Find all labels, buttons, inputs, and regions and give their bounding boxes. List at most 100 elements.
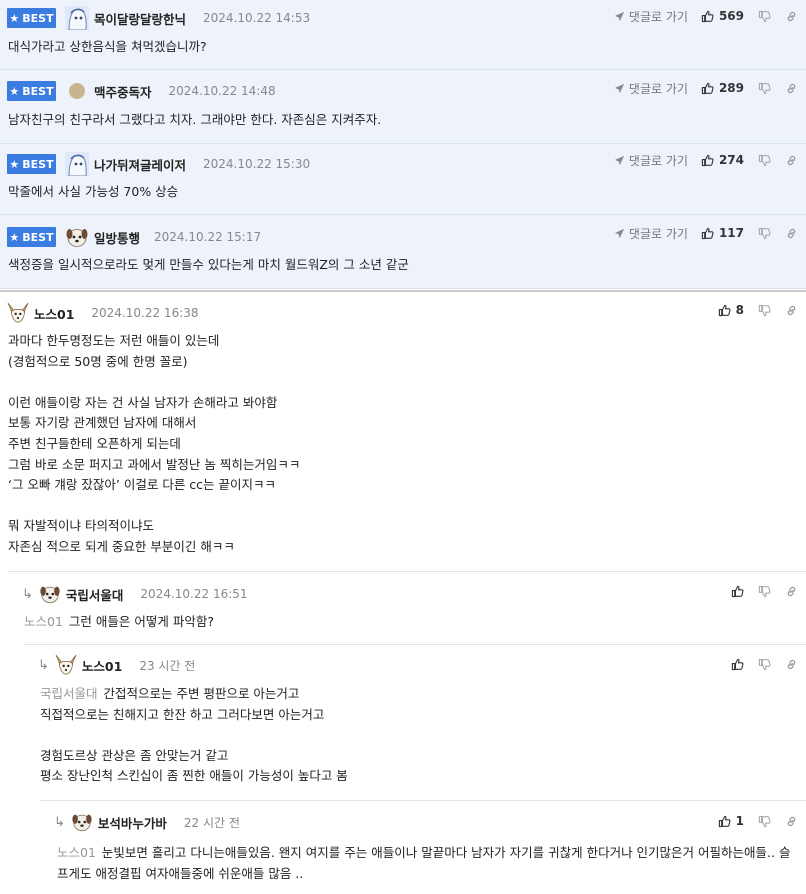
reply-arrow-icon: ↳ <box>54 814 65 830</box>
link-icon <box>785 658 798 671</box>
comment-text: 색정증을 일시적으로라도 멎게 만들수 있다는게 마치 월드워Z의 그 소년 같… <box>8 257 409 272</box>
comment-time: 23 시간 전 <box>139 658 196 673</box>
thumbs-down-icon <box>758 585 771 598</box>
thumbs-up-icon <box>701 82 714 95</box>
best-comments: ★ BEST 목이달랑달랑한닉 2024.10.22 14:53 댓글로 가기 5… <box>0 0 806 289</box>
link-button[interactable] <box>785 815 798 828</box>
comment-author[interactable]: 보석바누가바 <box>98 813 167 832</box>
thumbs-up-icon <box>701 227 714 240</box>
link-button[interactable] <box>785 82 798 95</box>
like-button[interactable] <box>731 585 744 598</box>
comment-author[interactable]: 국립서울대 <box>66 585 124 604</box>
like-button[interactable]: 274 <box>701 153 744 167</box>
link-button[interactable] <box>785 658 798 671</box>
dislike-button[interactable] <box>758 585 771 598</box>
dislike-button[interactable] <box>758 815 771 828</box>
like-count: 569 <box>718 9 744 23</box>
best-comment: ★ BEST 목이달랑달랑한닉 2024.10.22 14:53 댓글로 가기 5… <box>0 0 806 70</box>
best-badge: ★ BEST <box>7 8 56 28</box>
comment-time: 2024.10.22 16:51 <box>140 587 248 601</box>
best-badge: ★ BEST <box>7 81 56 101</box>
thumbs-down-icon <box>758 154 771 167</box>
comment-text: 막줄에서 사실 가능성 70% 상승 <box>8 184 179 199</box>
link-button[interactable] <box>785 154 798 167</box>
like-count: 274 <box>718 153 744 167</box>
goto-comment-link[interactable]: 댓글로 가기 <box>614 152 688 169</box>
link-icon <box>785 815 798 828</box>
link-button[interactable] <box>785 227 798 240</box>
thumbs-down-icon <box>758 227 771 240</box>
thumbs-down-icon <box>758 658 771 671</box>
reply-arrow-icon: ↳ <box>38 657 49 673</box>
like-button[interactable]: 289 <box>701 81 744 95</box>
comment-text: 대식가라고 상한음식을 쳐먹겠습니까? <box>8 39 207 54</box>
best-badge: ★ BEST <box>7 154 56 174</box>
dot-avatar[interactable] <box>69 83 85 99</box>
comment-author[interactable]: 목이달랑달랑한닉 <box>94 9 186 28</box>
comment-author[interactable]: 노스01 <box>82 656 122 675</box>
link-icon <box>785 82 798 95</box>
link-button[interactable] <box>785 304 798 317</box>
section-divider <box>0 290 806 292</box>
link-icon <box>785 10 798 23</box>
thumbs-down-icon <box>758 10 771 23</box>
like-button[interactable]: 8 <box>718 303 744 317</box>
comment-time: 2024.10.22 16:38 <box>91 306 199 320</box>
star-icon: ★ <box>9 157 20 171</box>
thumbs-up-icon <box>701 10 714 23</box>
best-badge: ★ BEST <box>7 227 56 247</box>
like-count: 8 <box>735 303 744 317</box>
goto-comment-link[interactable]: 댓글로 가기 <box>614 8 688 25</box>
dog-avatar[interactable] <box>39 583 61 605</box>
reply-arrow-icon: ↳ <box>22 586 33 602</box>
star-icon: ★ <box>9 11 20 25</box>
comment-text: 과마다 한두명정도는 저런 애들이 있는데 (경험적으로 50명 중에 한명 꼴… <box>8 333 301 554</box>
thumbs-up-icon <box>731 658 744 671</box>
link-button[interactable] <box>785 585 798 598</box>
thumbs-down-icon <box>758 815 771 828</box>
send-arrow-icon <box>614 228 625 239</box>
thumbs-up-icon <box>701 154 714 167</box>
character-avatar[interactable] <box>65 6 89 30</box>
dislike-button[interactable] <box>758 227 771 240</box>
link-button[interactable] <box>785 10 798 23</box>
comment-author[interactable]: 노스01 <box>34 304 74 323</box>
like-button[interactable]: 569 <box>701 9 744 23</box>
like-button[interactable]: 1 <box>718 814 744 828</box>
comment-time: 2024.10.22 15:17 <box>154 230 262 244</box>
dislike-button[interactable] <box>758 10 771 23</box>
goto-comment-link[interactable]: 댓글로 가기 <box>614 80 688 97</box>
reply-comment: ↳ 국립서울대 2024.10.22 16:51 노스01 그런 애들은 어떻게 … <box>0 572 806 644</box>
dislike-button[interactable] <box>758 154 771 167</box>
best-comment: ★ BEST 일방통행 2024.10.22 15:17 댓글로 가기 117 색… <box>0 215 806 289</box>
comment-time: 22 시간 전 <box>183 815 240 830</box>
dislike-button[interactable] <box>758 658 771 671</box>
goto-comment-link[interactable]: 댓글로 가기 <box>614 225 688 242</box>
character-avatar[interactable] <box>65 152 89 176</box>
thumbs-up-icon <box>718 304 731 317</box>
link-icon <box>785 154 798 167</box>
send-arrow-icon <box>614 155 625 166</box>
comment-author[interactable]: 나가뒤져글레이저 <box>94 155 186 174</box>
like-count: 1 <box>735 814 744 828</box>
mention[interactable]: 국립서울대 <box>40 686 98 701</box>
dislike-button[interactable] <box>758 82 771 95</box>
like-count: 117 <box>718 226 744 240</box>
comment-text: 국립서울대 간접적으로는 주변 평판으로 아는거고 직접적으로는 친해지고 한잔 … <box>40 686 348 784</box>
dislike-button[interactable] <box>758 304 771 317</box>
like-button[interactable]: 117 <box>701 226 744 240</box>
like-button[interactable] <box>731 658 744 671</box>
fennec-avatar[interactable] <box>7 302 29 324</box>
star-icon: ★ <box>9 84 20 98</box>
comment-author[interactable]: 일방통행 <box>94 228 140 247</box>
comment: 노스01 2024.10.22 16:38 8 과마다 한두명정도는 저런 애들… <box>0 293 806 571</box>
mention[interactable]: 노스01 <box>57 845 96 860</box>
dog-avatar[interactable] <box>71 811 93 833</box>
fennec-avatar[interactable] <box>55 654 77 676</box>
dog-avatar[interactable] <box>65 225 89 249</box>
comment-author[interactable]: 맥주중독자 <box>94 82 152 101</box>
link-icon <box>785 585 798 598</box>
mention[interactable]: 노스01 <box>24 614 63 629</box>
comment-text: 노스01 그런 애들은 어떻게 파악함? <box>24 614 214 629</box>
star-icon: ★ <box>9 230 20 244</box>
